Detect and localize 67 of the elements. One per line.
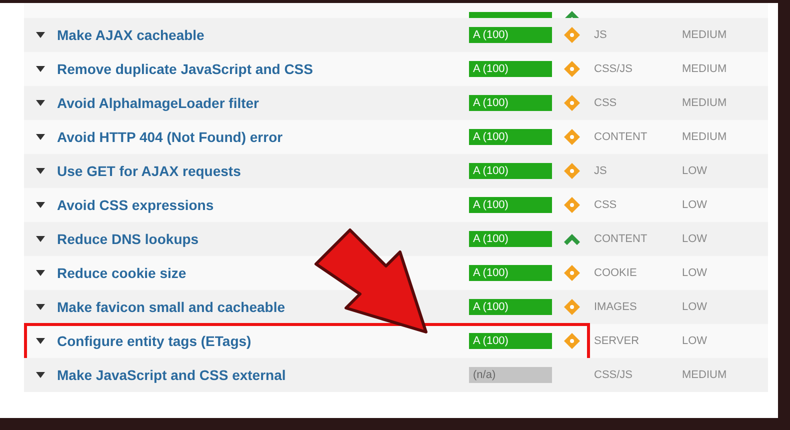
category-text: JS (593, 164, 608, 179)
priority-text: MEDIUM (682, 96, 727, 111)
priority-text: LOW (682, 232, 708, 247)
table-row[interactable]: Make favicon small and cacheable A (100) IMAGES LOW (24, 290, 768, 324)
category-text: SERVER (593, 334, 640, 349)
priority-text: MEDIUM (682, 130, 727, 145)
table-row[interactable]: Reduce DNS lookups A (100) CONTENT LOW (24, 222, 768, 256)
grade-bar: A (100) (469, 163, 552, 179)
rule-title[interactable]: Avoid HTTP 404 (Not Found) error (57, 126, 469, 148)
expand-triangle-icon[interactable] (36, 372, 45, 378)
rule-title[interactable]: Reduce cookie size (57, 262, 469, 284)
category-text: CONTENT (593, 232, 648, 247)
table-row[interactable]: Use GET for AJAX requests A (100) JS LOW (24, 154, 768, 188)
expand-triangle-icon[interactable] (36, 304, 45, 310)
rule-title[interactable]: Use GET for AJAX requests (57, 160, 469, 182)
category-text: JS (593, 28, 608, 43)
table-row[interactable]: Avoid HTTP 404 (Not Found) error A (100) CONTENT MEDIUM (24, 120, 768, 154)
rule-title[interactable]: Make JavaScript and CSS external (57, 364, 469, 386)
grade-bar: A (100) (469, 129, 552, 145)
table-row[interactable]: Remove duplicate JavaScript and CSS A (100) CSS/JS MEDIUM (24, 52, 768, 86)
table-row[interactable]: Avoid AlphaImageLoader filter A (100) CSS MEDIUM (24, 86, 768, 120)
grade-bar: (n/a) (469, 367, 552, 383)
priority-text: LOW (682, 164, 708, 179)
rule-title[interactable]: Make AJAX cacheable (57, 24, 469, 46)
priority-text: LOW (682, 266, 708, 281)
category-text: CSS/JS (593, 62, 634, 77)
category-text: COOKIE (593, 266, 638, 281)
rule-title[interactable]: Remove duplicate JavaScript and CSS (57, 58, 469, 80)
rule-title[interactable]: Configure entity tags (ETags) (57, 330, 469, 352)
grade-bar: A (100) (469, 197, 552, 213)
grade-bar: A (100) (469, 95, 552, 111)
table-row[interactable]: Make AJAX cacheable A (100) JS MEDIUM (24, 18, 768, 52)
expand-triangle-icon[interactable] (36, 338, 45, 344)
rule-title[interactable]: Avoid AlphaImageLoader filter (57, 92, 469, 114)
priority-text: MEDIUM (682, 62, 727, 77)
grade-bar: A (100) (469, 265, 552, 281)
expand-triangle-icon[interactable] (36, 100, 45, 106)
expand-triangle-icon[interactable] (36, 32, 45, 38)
category-text: CSS/JS (593, 368, 634, 383)
rule-title[interactable]: Make favicon small and cacheable (57, 296, 469, 318)
priority-text: LOW (682, 198, 708, 213)
grade-bar: A (100) (469, 27, 552, 43)
table-row[interactable]: Configure entity tags (ETags) A (100) SERVER LOW (24, 324, 768, 358)
expand-triangle-icon[interactable] (36, 202, 45, 208)
expand-triangle-icon[interactable] (36, 134, 45, 140)
priority-text: MEDIUM (682, 368, 727, 383)
expand-triangle-icon[interactable] (36, 66, 45, 72)
category-text: CONTENT (593, 130, 648, 145)
table-row[interactable]: Make JavaScript and CSS external (n/a) CSS/JS MEDIUM (24, 358, 768, 392)
grade-bar: A (100) (469, 61, 552, 77)
expand-triangle-icon[interactable] (36, 168, 45, 174)
expand-triangle-icon[interactable] (36, 270, 45, 276)
rule-title[interactable]: Reduce DNS lookups (57, 228, 469, 250)
category-text: CSS (593, 198, 618, 213)
expand-triangle-icon[interactable] (36, 236, 45, 242)
priority-text: LOW (682, 300, 708, 315)
table-row[interactable] (24, 3, 768, 18)
table-row[interactable]: Avoid CSS expressions A (100) CSS LOW (24, 188, 768, 222)
grade-bar: A (100) (469, 299, 552, 315)
category-text: IMAGES (593, 300, 638, 315)
grade-bar: A (100) (469, 231, 552, 247)
priority-text: LOW (682, 334, 708, 349)
priority-text: MEDIUM (682, 28, 727, 43)
category-text: CSS (593, 96, 618, 111)
grade-bar: A (100) (469, 333, 552, 349)
table-row[interactable]: Reduce cookie size A (100) COOKIE LOW (24, 256, 768, 290)
rule-title[interactable]: Avoid CSS expressions (57, 194, 469, 216)
